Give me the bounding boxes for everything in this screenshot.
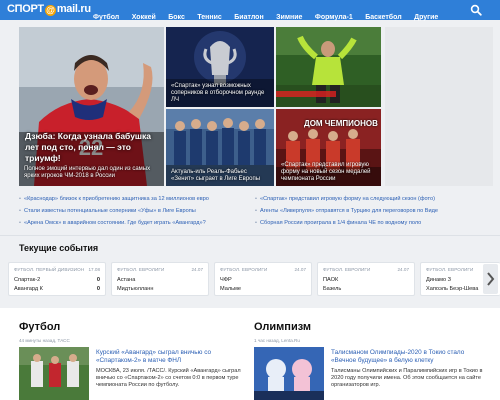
- news-link[interactable]: «Арена Омск» в аварийном состоянии. Где …: [19, 220, 206, 226]
- hero-story-4[interactable]: Актуаль-иль Реаль-Фабьес «Зенит» сыграет…: [166, 109, 274, 186]
- olympism-thumbnail[interactable]: [254, 347, 324, 400]
- team-name: Мальме: [220, 286, 241, 292]
- hero-story-5-caption: «Спартак» представил игровую форму на но…: [281, 162, 371, 182]
- champions-label: ДОМ ЧЕМПИОНОВ: [304, 119, 378, 128]
- team-name: ПАОК: [323, 277, 339, 283]
- olympism-headline[interactable]: Талисманом Олимпиады-2020 в Токио стало …: [331, 349, 491, 365]
- match-team-row: ПАОК: [323, 277, 409, 283]
- events-carousel: Футбол. Первый дивизион 17.08 Спартак-2 0…: [8, 262, 500, 296]
- match-date: 24.07: [397, 267, 410, 272]
- news-link[interactable]: «Краснодар» близок к приобретению защитн…: [19, 196, 209, 202]
- nav-item-tennis[interactable]: Теннис: [197, 14, 221, 21]
- team-name: Базель: [323, 286, 342, 292]
- football-photo: [19, 347, 89, 400]
- carousel-next-button[interactable]: [483, 264, 498, 294]
- match-card[interactable]: Футбол. Евролиги 24.07 ПАОК Базель: [317, 262, 415, 296]
- nav-item-boxing[interactable]: Бокс: [168, 14, 185, 21]
- team-name: Динамо З: [426, 277, 452, 283]
- logo-prefix: СПОРТ: [7, 3, 44, 15]
- match-team-row: Мидтьюлланн: [117, 286, 203, 292]
- events-title: Текущие события: [19, 243, 99, 253]
- nav-item-formula1[interactable]: Формула-1: [315, 14, 353, 21]
- news-link[interactable]: Стали известны потенциальные соперники «…: [19, 208, 196, 214]
- match-league: Футбол. Евролиги: [220, 267, 268, 272]
- team-name: ЧФР: [220, 277, 232, 283]
- site-logo[interactable]: СПОРТ @ mail.ru: [7, 3, 91, 16]
- nav-item-basketball[interactable]: Баскетбол: [365, 14, 401, 21]
- olympism-summary: Талисманы Олимпийских и Паралимпийских и…: [331, 368, 483, 388]
- logo-at: @: [44, 5, 56, 16]
- hero-story-2-caption: «Спартак» узнал возможных соперников в о…: [171, 83, 265, 103]
- team-score: 0: [96, 277, 100, 283]
- hero-grid: 22 Дзюба: Когда узнала бабушка лет под с…: [19, 27, 381, 186]
- match-date: 24.07: [191, 267, 204, 272]
- match-league: Футбол. Первый дивизион: [14, 267, 85, 272]
- match-card[interactable]: Футбол. Евролиги 24.07 Астана Мидтьюллан…: [111, 262, 209, 296]
- match-team-row: Авангард К 0: [14, 286, 100, 292]
- news-link[interactable]: Агенты «Ливерпуля» отправятся в Турцию д…: [255, 208, 438, 214]
- nav-item-football[interactable]: Футбол: [93, 14, 119, 21]
- nav-item-other[interactable]: Другие: [414, 14, 438, 21]
- football-meta: 44 минуты назад, ТАСС: [19, 338, 70, 343]
- match-league: Футбол. Евролиги: [323, 267, 371, 272]
- news-link[interactable]: «Спартак» представил игровую форму на сл…: [255, 196, 435, 202]
- mascot-photo: [254, 347, 324, 400]
- nav-item-hockey[interactable]: Хоккей: [132, 14, 156, 21]
- match-card[interactable]: Футбол. Евролиги 24.07 ЧФР Мальме: [214, 262, 312, 296]
- team-score: 0: [96, 286, 100, 292]
- sport-nav: Футбол Хоккей Бокс Теннис Биатлон Зимние…: [93, 6, 446, 24]
- match-date: 17.08: [88, 267, 101, 272]
- ad-placeholder: [385, 27, 493, 186]
- match-team-row: Спартак-2 0: [14, 277, 100, 283]
- hero-story-4-caption: Актуаль-иль Реаль-Фабьес «Зенит» сыграет…: [171, 169, 261, 182]
- hero-story-5[interactable]: ДОМ ЧЕМПИОНОВ «Спартак» представил игров…: [276, 109, 381, 186]
- goalkeeper-photo: [276, 27, 381, 107]
- hero-story-3[interactable]: [276, 27, 381, 107]
- hero-main-title: Дзюба: Когда узнала бабушка лет под сто,…: [25, 131, 151, 163]
- match-team-row: ЧФР: [220, 277, 306, 283]
- hero-main-story[interactable]: 22 Дзюба: Когда узнала бабушка лет под с…: [19, 27, 164, 186]
- divider: [0, 235, 500, 236]
- match-team-row: Базель: [323, 286, 409, 292]
- top-navbar: СПОРТ @ mail.ru Футбол Хоккей Бокс Теннис …: [0, 0, 500, 21]
- olympism-section-title[interactable]: Олимпизм: [254, 321, 311, 333]
- news-link[interactable]: Сборная России проиграла в 1/4 финала ЧЕ…: [255, 220, 421, 226]
- match-team-row: Астана: [117, 277, 203, 283]
- football-headline[interactable]: Курский «Авангард» сыграл вничью со «Спа…: [96, 349, 246, 365]
- match-card[interactable]: Футбол. Первый дивизион 17.08 Спартак-2 0…: [8, 262, 106, 296]
- match-league: Футбол. Евролиги: [426, 267, 474, 272]
- hero-story-2[interactable]: «Спартак» узнал возможных соперников в о…: [166, 27, 274, 107]
- team-name: Авангард К: [14, 286, 43, 292]
- match-league: Футбол. Евролиги: [117, 267, 165, 272]
- chevron-right-icon: [487, 272, 495, 286]
- football-summary: МОСКВА, 23 июля. /ТАСС/. Курский «Аванга…: [96, 368, 241, 388]
- team-name: Мидтьюлланн: [117, 286, 154, 292]
- nav-item-winter[interactable]: Зимние: [276, 14, 302, 21]
- team-name: Астана: [117, 277, 136, 283]
- team-name: Хапоэль Беэр-Шева: [426, 286, 479, 292]
- hero-main-caption: Полное эмоций интервью дал один из самых…: [24, 166, 151, 179]
- football-thumbnail[interactable]: [19, 347, 89, 400]
- match-team-row: Мальме: [220, 286, 306, 292]
- football-section-title[interactable]: Футбол: [19, 321, 60, 333]
- team-name: Спартак-2: [14, 277, 41, 283]
- match-date: 24.07: [294, 267, 307, 272]
- olympism-meta: 1 час назад, Lenta.Ru: [254, 338, 300, 343]
- logo-suffix: mail.ru: [56, 3, 91, 15]
- search-icon[interactable]: [470, 4, 482, 16]
- nav-item-biathlon[interactable]: Биатлон: [234, 14, 263, 21]
